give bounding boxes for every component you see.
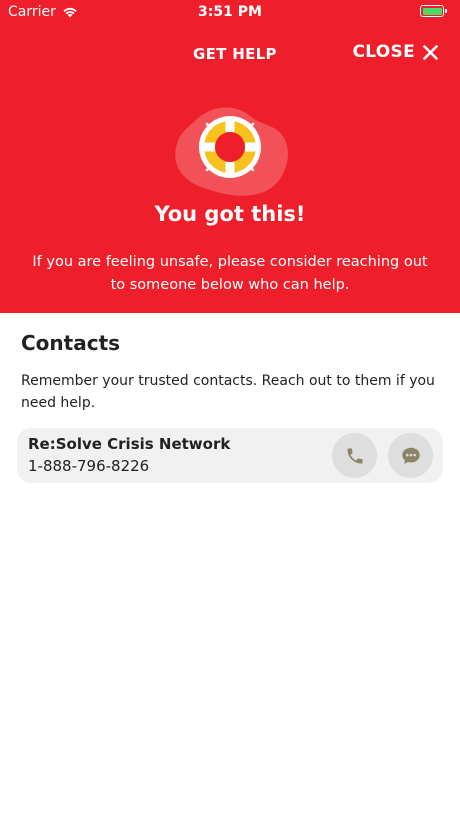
close-label: CLOSE: [352, 42, 415, 62]
lifebuoy-icon: [175, 107, 288, 196]
battery-icon: [420, 5, 447, 17]
close-icon: [423, 44, 438, 60]
contacts-description: Remember your trusted contacts. Reach ou…: [21, 373, 435, 411]
phone-icon: [347, 448, 362, 463]
help-header: Carrier 3:51 PM GET HELP CLOSE You got t…: [0, 0, 460, 313]
message-button[interactable]: [388, 433, 433, 478]
chat-bubble-icon: [401, 447, 420, 464]
hero-subtitle: If you are feeling unsafe, please consid…: [32, 254, 428, 293]
status-time: 3:51 PM: [198, 4, 262, 20]
hero-title: You got this!: [154, 202, 306, 226]
get-help-label: GET HELP: [193, 45, 277, 63]
contact-name: Re:Solve Crisis Network: [28, 435, 231, 453]
close-button[interactable]: CLOSE: [352, 42, 438, 62]
status-bar: Carrier 3:51 PM: [0, 0, 460, 26]
contact-card: Re:Solve Crisis Network 1-888-796-8226: [17, 428, 443, 483]
contacts-title: Contacts: [21, 331, 121, 355]
contact-phone: 1-888-796-8226: [28, 457, 150, 475]
call-button[interactable]: [332, 433, 377, 478]
